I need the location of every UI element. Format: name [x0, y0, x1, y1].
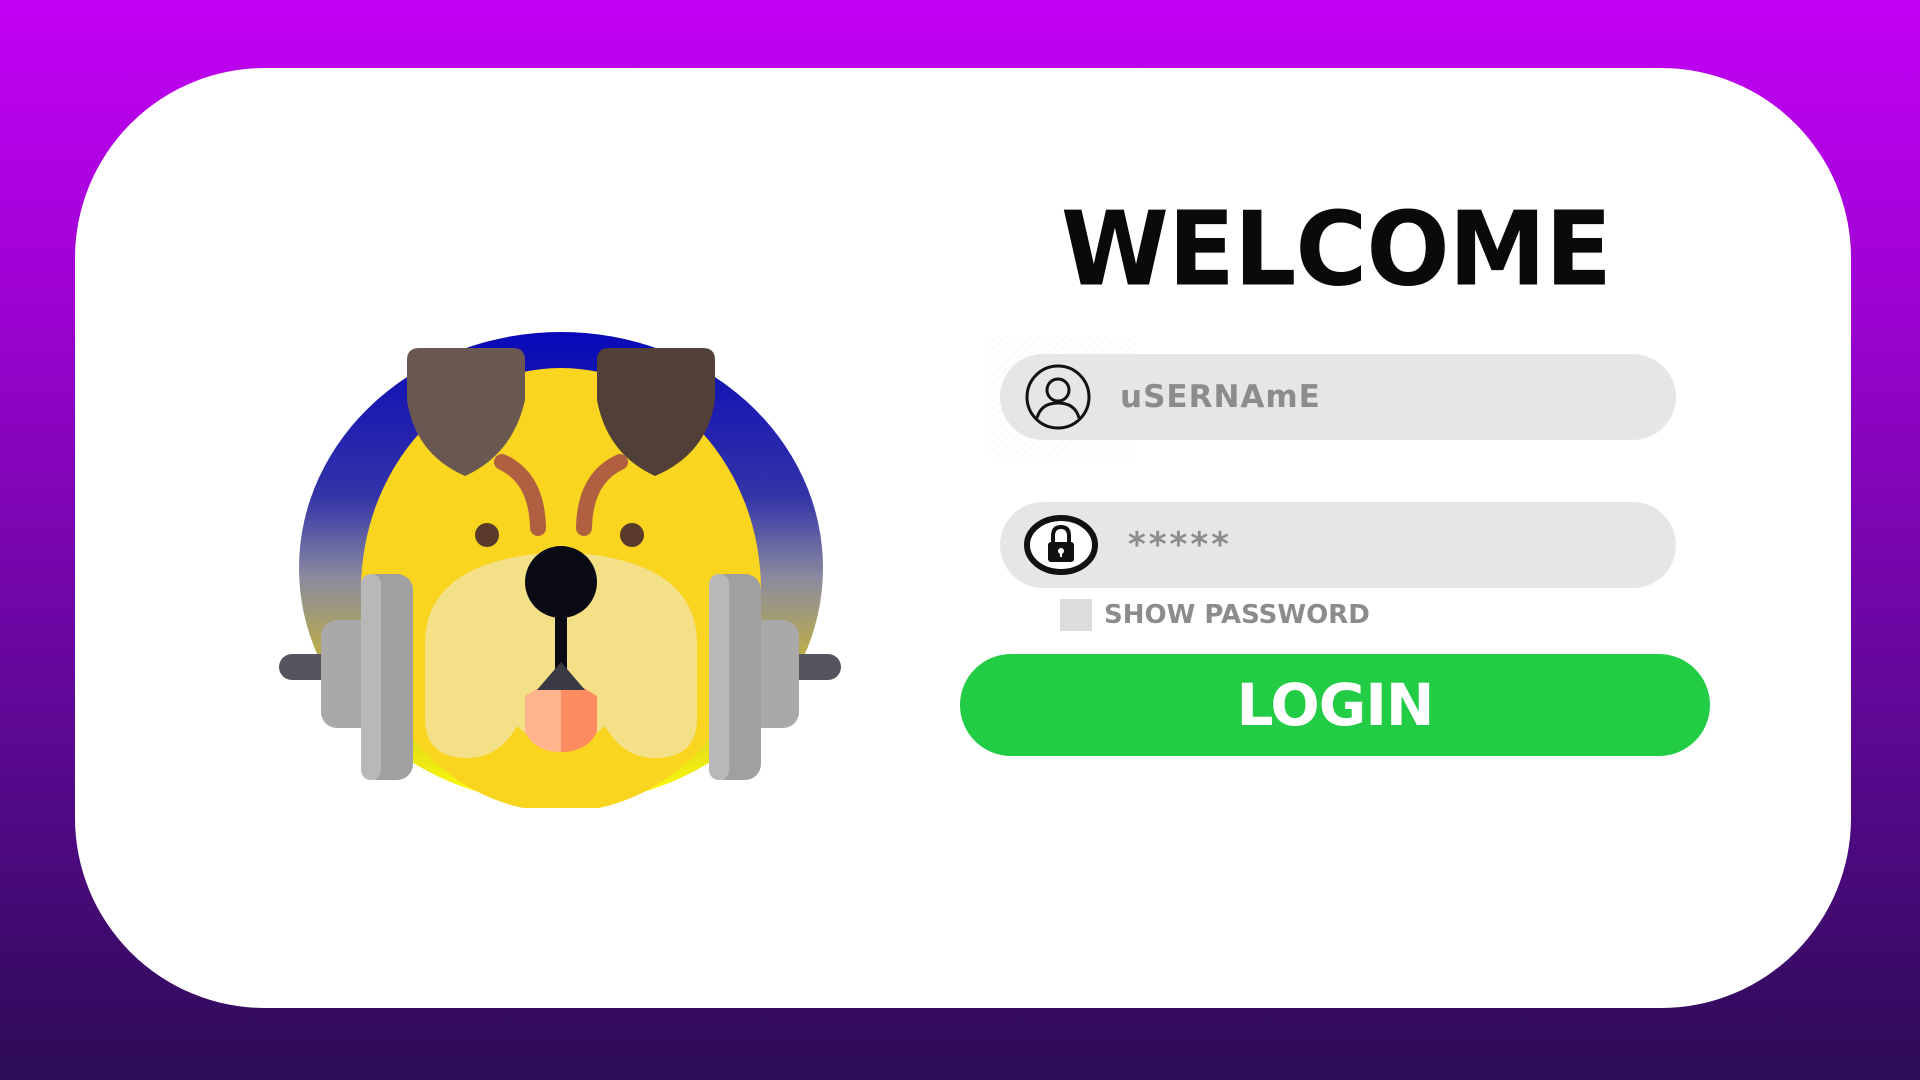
- show-password-label[interactable]: SHOW PASSWORD: [1104, 600, 1370, 630]
- mascot-logo: [275, 328, 855, 812]
- bulldog-dumbbell-icon: [279, 332, 841, 812]
- password-placeholder: *****: [1128, 525, 1232, 565]
- user-circle-icon: [1024, 363, 1092, 431]
- username-field[interactable]: uSERNAmE: [1000, 354, 1676, 440]
- lock-icon: [1024, 511, 1098, 579]
- login-button[interactable]: LOGIN: [960, 654, 1710, 756]
- show-password-checkbox[interactable]: [1060, 599, 1092, 631]
- username-placeholder: uSERNAmE: [1120, 379, 1321, 415]
- show-password-row[interactable]: SHOW PASSWORD: [1060, 598, 1370, 632]
- welcome-title: WELCOME: [1060, 190, 1612, 310]
- password-field[interactable]: *****: [1000, 502, 1676, 588]
